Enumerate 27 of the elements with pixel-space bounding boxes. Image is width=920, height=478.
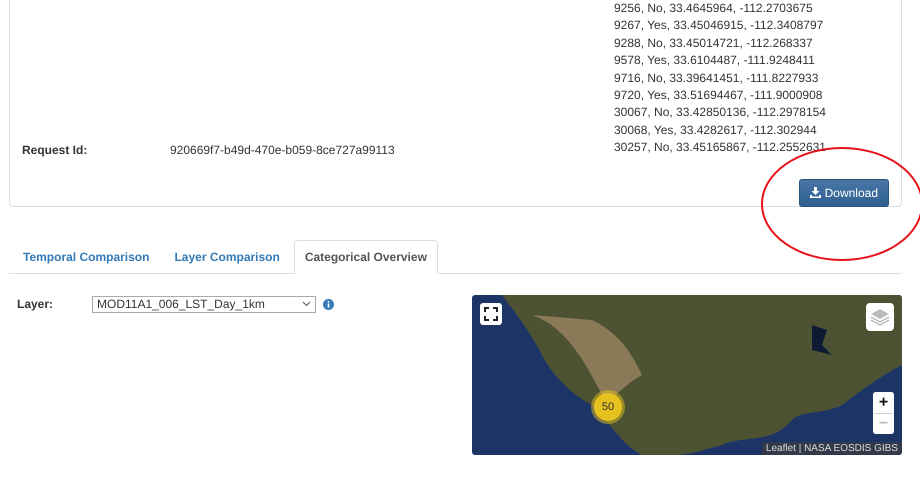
result-row-text: 30067, No, 33.42850136, -112.2978154 [614, 104, 827, 122]
layer-select[interactable]: MOD11A1_006_LST_Day_1km [92, 296, 316, 312]
result-row-text: 9288, No, 33.45014721, -112.268337 [614, 34, 814, 52]
cluster-count: 50 [602, 401, 614, 413]
layers-button[interactable] [866, 303, 894, 331]
download-icon [810, 187, 821, 198]
result-row-text: 30068, Yes, 33.4282617, -112.302944 [614, 122, 818, 139]
map-attribution: Leaflet | NASA EOSDIS GIBS [762, 442, 902, 455]
tab[interactable]: Categorical Overview [294, 240, 438, 274]
request-id-value: 920669f7-b49d-470e-b059-8ce727a99113 [170, 142, 395, 157]
result-row-text: 9720, Yes, 33.51694467, -111.9000908 [614, 87, 824, 104]
result-row-text: 9716, No, 33.39641451, -111.8227933 [614, 70, 820, 87]
satellite-map[interactable]: 50 + − Leaflet | NASA EOSDIS GIBS [472, 295, 902, 455]
chevron-down-icon [302, 301, 311, 307]
layer-label: Layer: [17, 297, 54, 311]
tab[interactable]: Layer Comparison [163, 240, 291, 273]
fullscreen-button[interactable] [480, 303, 502, 325]
request-id-label: Request Id: [22, 142, 88, 157]
result-row-text: 9578, Yes, 33.6104487, -111.9248411 [614, 52, 816, 70]
result-row-text: 9267, Yes, 33.45046915, -112.3408797 [614, 17, 824, 34]
fullscreen-icon [484, 307, 498, 321]
download-button[interactable]: Download [798, 178, 889, 207]
result-row-text: 30257, No, 33.45165867, -112.2552631 [614, 139, 827, 156]
tab[interactable]: Temporal Comparison [12, 240, 160, 273]
layers-icon [870, 308, 890, 326]
info-icon[interactable] [323, 298, 334, 310]
result-row-text: 9256, No, 33.4645964, -112.2703675 [614, 0, 814, 17]
